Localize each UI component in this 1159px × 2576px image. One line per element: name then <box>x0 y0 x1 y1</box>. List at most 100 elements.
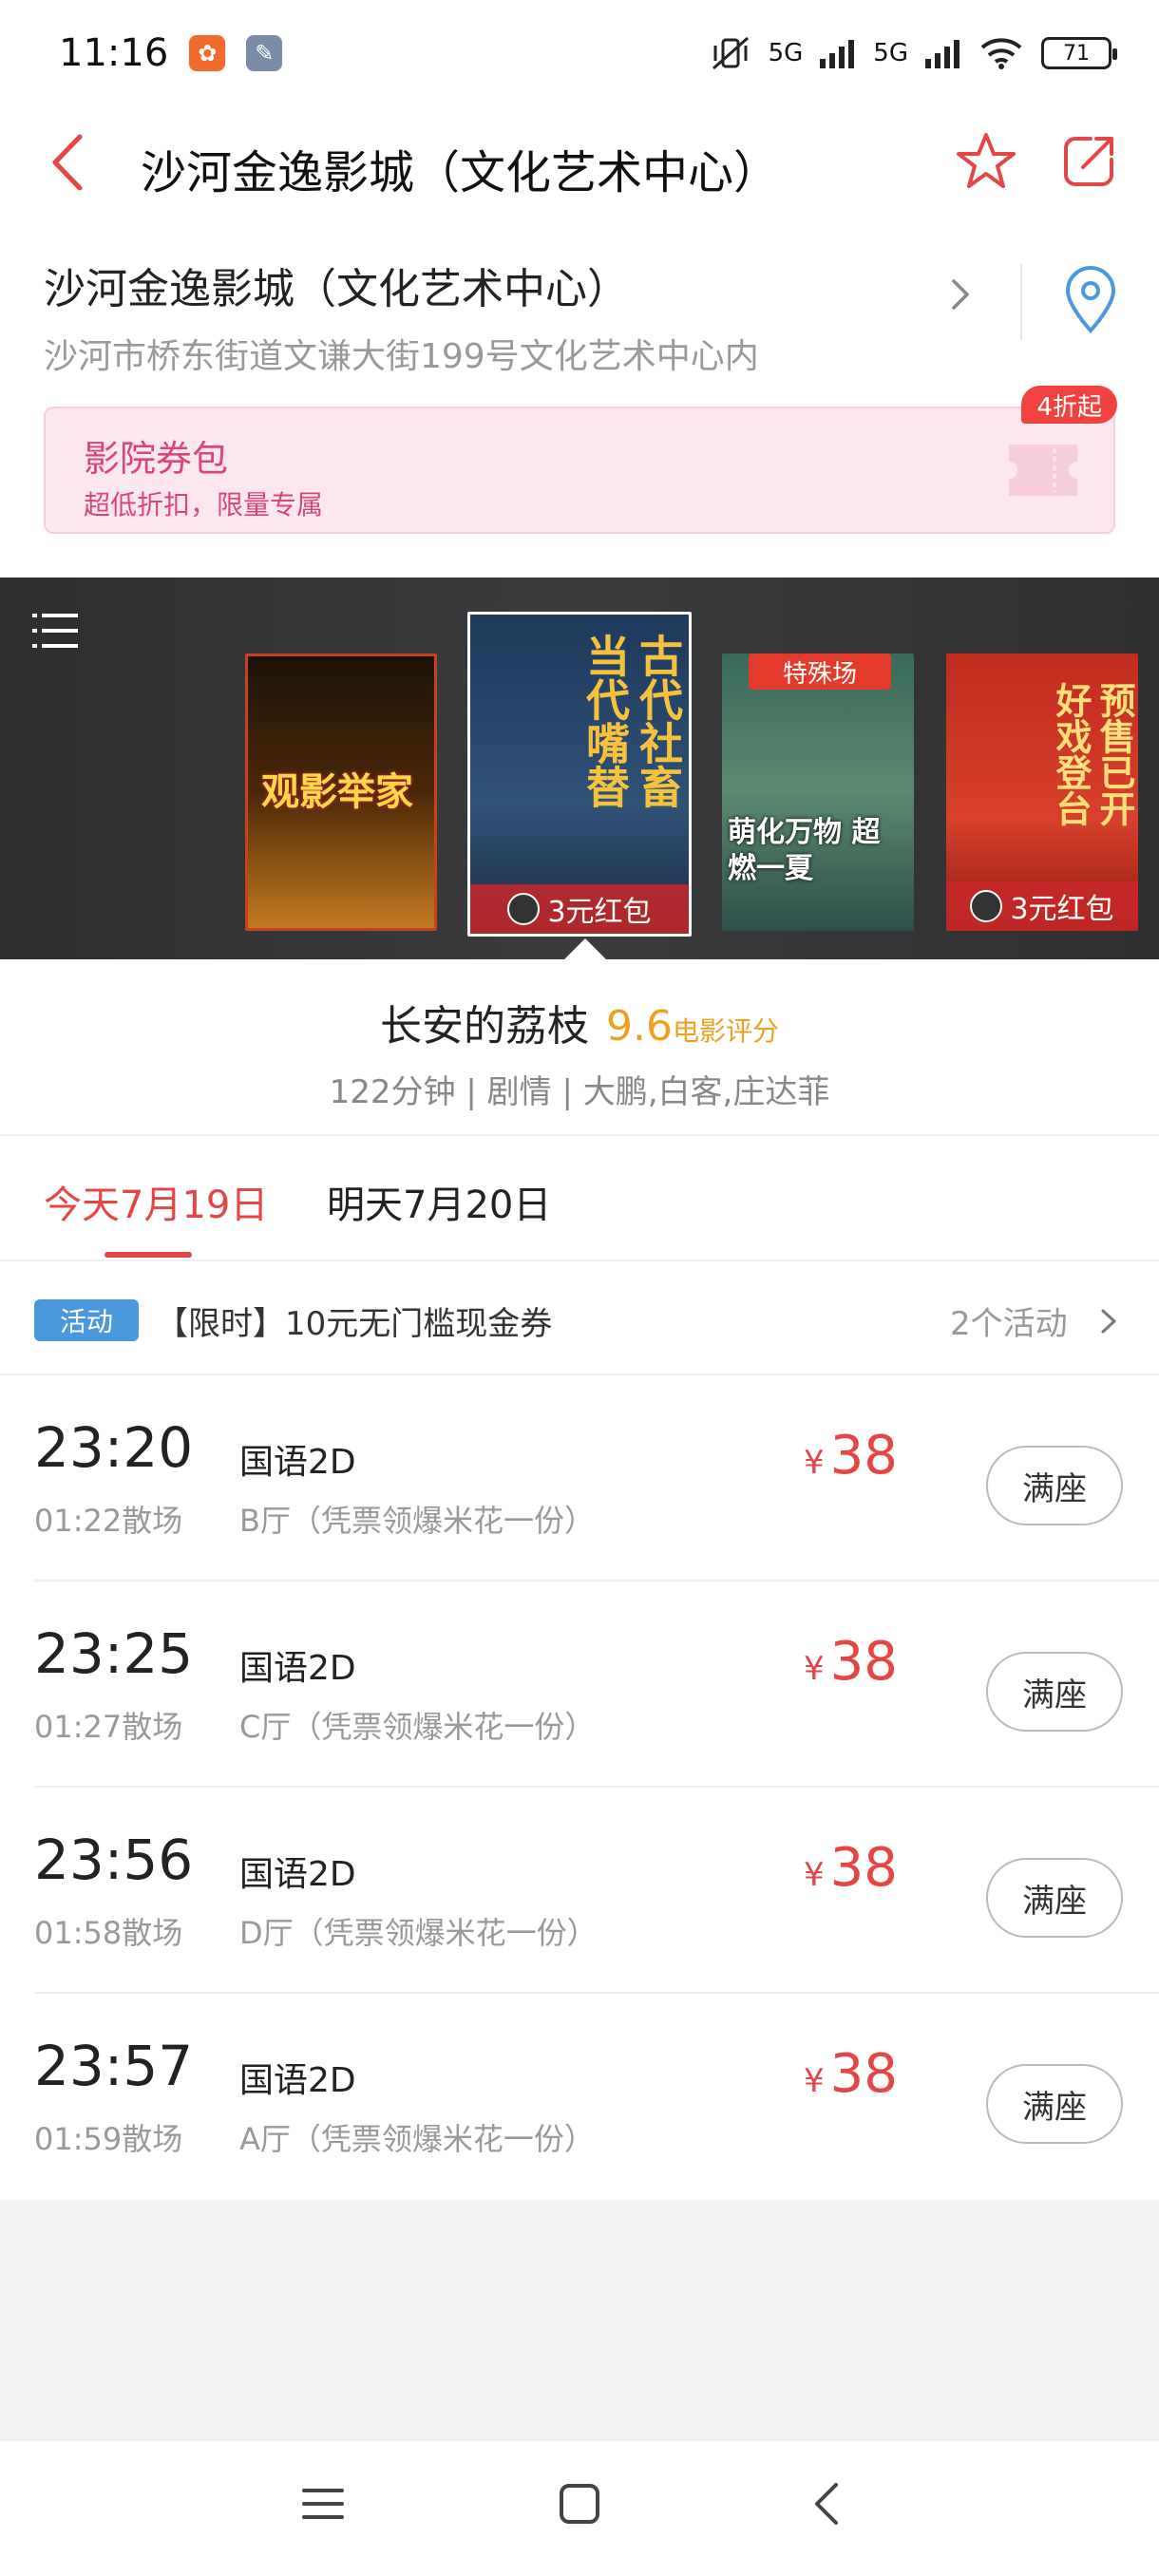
showtime-row[interactable]: 23:25 01:27散场 国语2D C厅（凭票领爆米花一份） ¥38 满座 <box>0 1582 1159 1788</box>
language-format: 国语2D <box>239 1855 356 1894</box>
end-time: 01:27散场 <box>34 1709 183 1745</box>
hall-info: A厅（凭票领爆米花一份） <box>239 2121 595 2157</box>
movie-poster[interactable]: 预售已开 好戏登台 3元红包 <box>946 653 1138 931</box>
showtime-row[interactable]: 23:20 01:22散场 国语2D B厅（凭票领爆米花一份） ¥38 满座 <box>0 1375 1159 1582</box>
poster-title: 古代社畜 当代嘴替 <box>580 634 684 808</box>
end-time: 01:58散场 <box>34 1915 183 1951</box>
price-amount: 38 <box>829 2043 898 2105</box>
location-pin-icon[interactable] <box>1062 266 1119 334</box>
movie-title: 长安的荔枝 <box>380 1002 589 1051</box>
mute-vibrate-icon <box>712 36 749 70</box>
currency-symbol: ¥ <box>804 1444 825 1482</box>
showtime-row[interactable]: 23:57 01:59散场 国语2D A厅（凭票领爆米花一份） ¥38 满座 <box>0 1994 1159 2200</box>
avatar <box>970 890 1003 922</box>
start-time: 23:56 <box>34 1828 194 1892</box>
currency-symbol: ¥ <box>804 1856 825 1894</box>
price: ¥38 <box>804 1425 898 1487</box>
hall-info: D厅（凭票领爆米花一份） <box>239 1915 598 1951</box>
start-time: 23:25 <box>34 1621 194 1686</box>
redpack-label: 3元红包 <box>547 896 652 929</box>
cinema-name[interactable]: 沙河金逸影城（文化艺术中心） <box>44 255 629 315</box>
coupon-pack-card[interactable]: 影院券包 超低折扣，限量专属 4折起 <box>44 386 1117 534</box>
favorite-star-icon[interactable] <box>954 129 1018 194</box>
redpack-label: 3元红包 <box>1010 893 1114 926</box>
tab-tomorrow[interactable]: 明天7月20日 <box>327 1174 551 1229</box>
status-indicators: 5G 5G 71 <box>710 34 1117 72</box>
coupon-subtitle: 超低折扣，限量专属 <box>84 489 324 521</box>
date-tabs: 今天7月19日 明天7月20日 <box>0 1136 1159 1261</box>
price: ¥38 <box>804 2043 898 2105</box>
cinema-info: 沙河金逸影城（文化艺术中心） 沙河市桥东街道文谦大街199号文化艺术中心内 影院… <box>0 217 1159 578</box>
activity-tag: 活动 <box>34 1299 139 1341</box>
poster-title: 观影举家 <box>261 770 413 814</box>
activity-text: 【限时】10元无门槛现金券 <box>156 1305 553 1343</box>
hall-info: C厅（凭票领爆米花一份） <box>239 1709 596 1745</box>
cinema-address: 沙河市桥东街道文谦大街199号文化艺术中心内 <box>44 337 759 376</box>
signal-label-1: 5G <box>768 39 804 67</box>
movie-poster[interactable]: 特殊场 萌化万物 超燃一夏 <box>722 653 914 931</box>
avatar <box>507 893 541 925</box>
end-time: 01:59散场 <box>34 2121 183 2157</box>
signal-label-2: 5G <box>873 39 908 67</box>
tool-notification-icon: ✎ <box>246 35 283 71</box>
divider <box>1020 264 1022 340</box>
movie-poster-selected[interactable]: 古代社畜 当代嘴替 3元红包 <box>467 612 692 937</box>
end-time: 01:22散场 <box>34 1503 183 1539</box>
back-nav-icon[interactable] <box>800 2475 857 2532</box>
ticket-icon <box>1009 445 1077 496</box>
page-title: 沙河金逸影城（文化艺术中心） <box>141 146 780 199</box>
language-format: 国语2D <box>239 1649 356 1688</box>
chevron-right-icon <box>1101 1309 1116 1334</box>
share-icon[interactable] <box>1056 129 1121 194</box>
showtime-list: 23:20 01:22散场 国语2D B厅（凭票领爆米花一份） ¥38 满座 2… <box>0 1375 1159 2200</box>
sold-out-button[interactable]: 满座 <box>986 1446 1123 1525</box>
showtime-row[interactable]: 23:56 01:58散场 国语2D D厅（凭票领爆米花一份） ¥38 满座 <box>0 1788 1159 1994</box>
menu-list-icon[interactable] <box>32 612 78 650</box>
hall-info: B厅（凭票领爆米花一份） <box>239 1503 595 1539</box>
language-format: 国语2D <box>239 1443 356 1482</box>
sold-out-button[interactable]: 满座 <box>986 2064 1123 2144</box>
movie-poster[interactable]: 观影举家 <box>245 653 437 931</box>
movie-score: 9.6 <box>606 1002 673 1051</box>
activity-count: 2个活动 <box>950 1305 1068 1343</box>
price-amount: 38 <box>829 1425 898 1487</box>
special-screening-tag: 特殊场 <box>749 653 891 690</box>
language-format: 国语2D <box>239 2061 356 2100</box>
discount-badge: 4折起 <box>1021 386 1117 424</box>
menu-icon[interactable] <box>294 2475 352 2532</box>
coupon-title: 影院券包 <box>84 438 229 480</box>
price: ¥38 <box>804 1631 898 1693</box>
sold-out-button[interactable]: 满座 <box>986 1652 1123 1732</box>
status-bar: 11:16 ✿ ✎ 5G 5G 71 <box>0 0 1159 106</box>
nav-bar: 沙河金逸影城（文化艺术中心） <box>0 106 1159 217</box>
tab-today[interactable]: 今天7月19日 <box>44 1174 268 1229</box>
redpack-badge: 3元红包 <box>946 881 1138 931</box>
poster-title: 预售已开 好戏登台 <box>1050 682 1135 826</box>
start-time: 23:20 <box>34 1415 194 1480</box>
signal-icon <box>820 40 855 68</box>
currency-symbol: ¥ <box>804 1650 825 1688</box>
movie-title-row: 长安的荔枝 9.6电影评分 <box>0 992 1159 1052</box>
battery-icon: 71 <box>1041 37 1117 69</box>
redpack-badge: 3元红包 <box>470 884 689 934</box>
back-icon[interactable] <box>42 129 99 196</box>
price: ¥38 <box>804 1837 898 1899</box>
signal-icon <box>925 40 960 68</box>
movie-meta: 122分钟 | 剧情 | 大鹏,白客,庄达菲 <box>329 1073 830 1111</box>
wifi-icon <box>980 38 1022 69</box>
poster-title: 萌化万物 超燃一夏 <box>728 816 881 885</box>
currency-symbol: ¥ <box>804 2062 825 2100</box>
movie-poster-carousel[interactable]: 观影举家 古代社畜 当代嘴替 3元红包 特殊场 萌化万物 超燃一夏 预售已开 好… <box>0 578 1159 959</box>
sold-out-button[interactable]: 满座 <box>986 1858 1123 1938</box>
price-amount: 38 <box>829 1631 898 1693</box>
price-amount: 38 <box>829 1837 898 1899</box>
status-time: 11:16 <box>59 31 169 75</box>
movie-info: 长安的荔枝 9.6电影评分 122分钟 | 剧情 | 大鹏,白客,庄达菲 <box>0 959 1159 1136</box>
system-nav-bar <box>0 2441 1159 2576</box>
movie-score-label: 电影评分 <box>672 1015 779 1047</box>
start-time: 23:57 <box>34 2034 194 2098</box>
home-icon[interactable] <box>551 2475 608 2532</box>
chevron-right-icon[interactable] <box>946 275 975 313</box>
active-tab-indicator <box>104 1252 192 1258</box>
activity-bar[interactable]: 活动 【限时】10元无门槛现金券 2个活动 <box>0 1261 1159 1375</box>
